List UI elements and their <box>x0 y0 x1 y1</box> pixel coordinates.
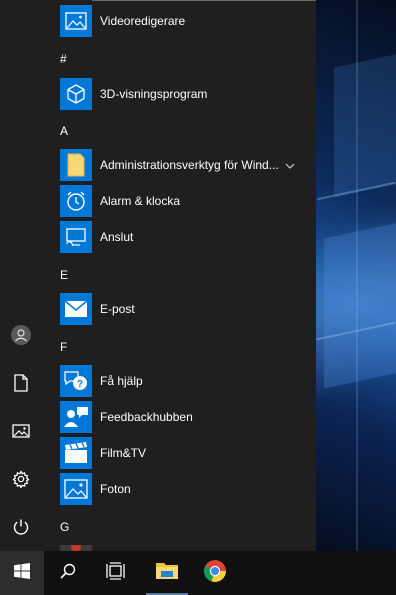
file-explorer-icon <box>155 561 179 586</box>
search-button[interactable] <box>46 551 90 595</box>
chrome-button[interactable] <box>193 551 237 595</box>
file-explorer-button[interactable] <box>145 551 189 595</box>
app-label: Film&TV <box>100 446 146 460</box>
power-icon <box>12 518 30 536</box>
svg-text:?: ? <box>77 379 83 390</box>
app-label: Videoredigerare <box>100 14 186 28</box>
mail-icon <box>60 293 92 325</box>
app-item-foton[interactable]: Foton <box>44 471 316 507</box>
section-letter-a[interactable]: A <box>60 121 68 141</box>
pictures-button[interactable] <box>0 410 42 452</box>
account-button[interactable] <box>0 314 42 356</box>
list-divider <box>92 0 316 1</box>
connect-icon <box>60 221 92 253</box>
app-list[interactable]: Videoredigerare # 3D-visningsprogram A A… <box>44 0 316 551</box>
app-item-alarm-klocka[interactable]: Alarm & klocka <box>44 183 316 219</box>
task-view-button[interactable] <box>94 551 138 595</box>
taskbar <box>0 551 396 595</box>
app-label: Få hjälp <box>100 374 143 388</box>
app-item-e-post[interactable]: E-post <box>44 291 316 327</box>
app-item-3d-visningsprogram[interactable]: 3D-visningsprogram <box>44 76 316 112</box>
alarm-clock-icon <box>60 185 92 217</box>
app-label: Administrationsverktyg för Wind... <box>100 158 279 172</box>
film-tv-icon <box>60 437 92 469</box>
app-label: 3D-visningsprogram <box>100 87 208 101</box>
start-menu: Videoredigerare # 3D-visningsprogram A A… <box>0 0 316 551</box>
video-editor-icon <box>60 5 92 37</box>
chevron-down-icon[interactable] <box>284 159 296 171</box>
power-button[interactable] <box>0 506 42 548</box>
pictures-icon <box>12 424 30 438</box>
desktop-wallpaper <box>316 0 396 551</box>
task-view-icon <box>106 561 126 585</box>
app-label: E-post <box>100 302 135 316</box>
settings-gear-icon <box>12 470 30 488</box>
windows-start-icon <box>14 562 30 584</box>
get-help-icon: ? <box>60 365 92 397</box>
folder-icon <box>60 149 92 181</box>
app-label: Foton <box>100 482 131 496</box>
start-button[interactable] <box>0 551 44 595</box>
documents-icon <box>13 374 29 392</box>
feedback-hub-icon <box>60 401 92 433</box>
app-item-feedbackhubben[interactable]: Feedbackhubben <box>44 399 316 435</box>
section-letter-hash[interactable]: # <box>60 49 67 69</box>
search-icon <box>59 562 77 585</box>
section-letter-f[interactable]: F <box>60 337 67 357</box>
photos-icon <box>60 473 92 505</box>
settings-button[interactable] <box>0 458 42 500</box>
app-label: Feedbackhubben <box>100 410 193 424</box>
3d-viewer-icon <box>60 78 92 110</box>
user-icon <box>10 324 32 346</box>
documents-button[interactable] <box>0 362 42 404</box>
app-item-film-tv[interactable]: Film&TV <box>44 435 316 471</box>
app-item-anslut[interactable]: Anslut <box>44 219 316 255</box>
section-letter-g[interactable]: G <box>60 517 69 537</box>
app-item-videoredigerare[interactable]: Videoredigerare <box>44 3 316 39</box>
app-label: Alarm & klocka <box>100 194 181 208</box>
app-label: Anslut <box>100 230 134 244</box>
section-letter-e[interactable]: E <box>60 265 68 285</box>
start-menu-rail <box>0 0 42 551</box>
chrome-icon <box>203 559 227 588</box>
app-item-fa-hjalp[interactable]: ? Få hjälp <box>44 363 316 399</box>
app-item-administrationsverktyg[interactable]: Administrationsverktyg för Wind... <box>44 147 316 183</box>
